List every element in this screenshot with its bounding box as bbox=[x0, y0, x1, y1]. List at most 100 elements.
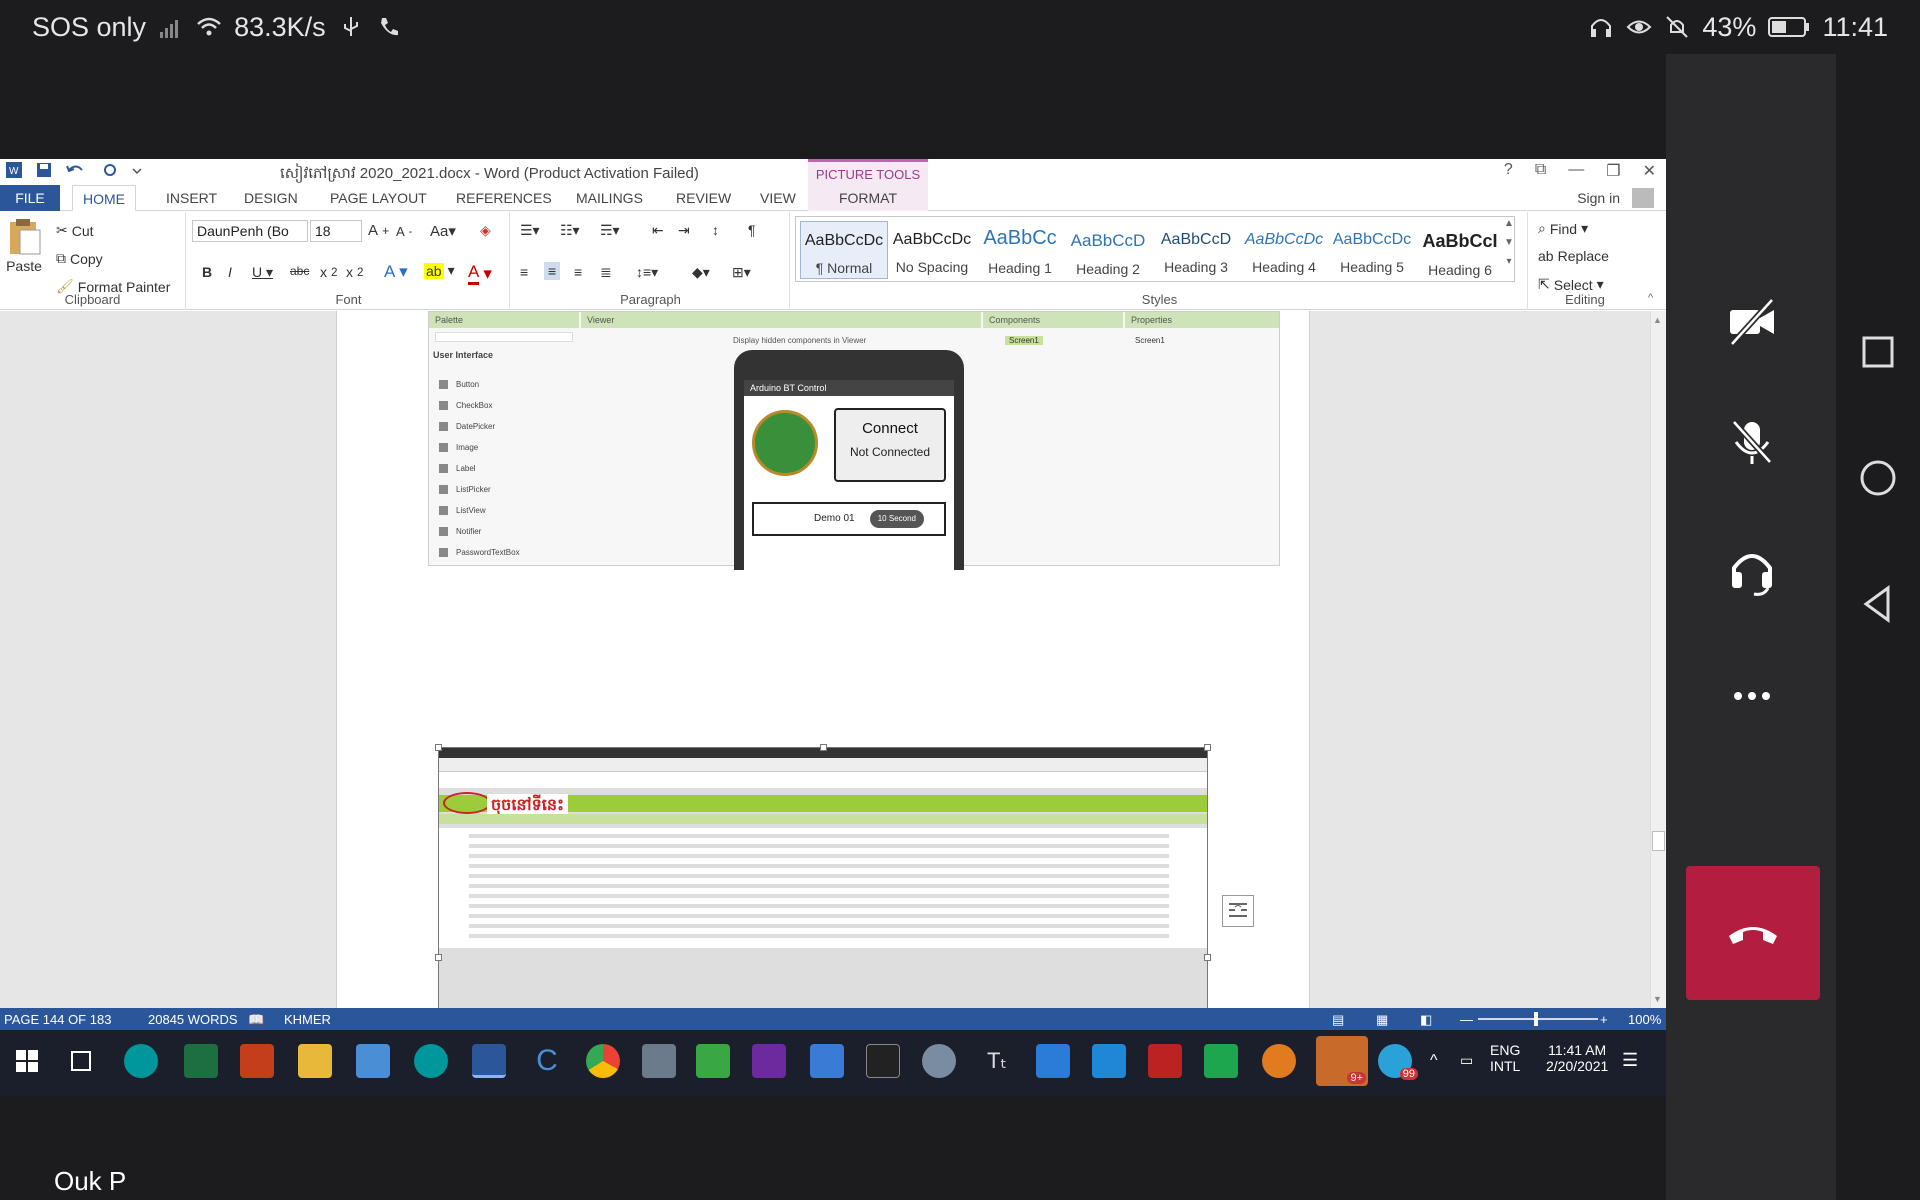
tab-view[interactable]: VIEW bbox=[750, 185, 806, 211]
vertical-scrollbar[interactable]: ▲ ▼ bbox=[1650, 311, 1666, 1008]
ribbon-display-icon[interactable]: ⧉ bbox=[1535, 161, 1546, 181]
tab-home[interactable]: HOME bbox=[72, 185, 136, 211]
italic-button[interactable]: I bbox=[228, 264, 232, 280]
superscript-button[interactable]: x2 bbox=[346, 264, 363, 280]
resize-handle[interactable] bbox=[1204, 954, 1211, 961]
proofing-icon[interactable]: 📖 bbox=[248, 1012, 264, 1028]
telegram-icon[interactable]: 99 bbox=[1378, 1044, 1418, 1080]
battery-tray-icon[interactable]: ▭ bbox=[1460, 1052, 1473, 1069]
excel-icon[interactable] bbox=[184, 1044, 218, 1078]
arduino-icon[interactable] bbox=[124, 1044, 158, 1078]
visual-studio-icon[interactable] bbox=[752, 1044, 786, 1078]
align-right-button[interactable]: ≡ bbox=[574, 264, 582, 280]
increase-indent-button[interactable]: ⇥ bbox=[678, 222, 690, 239]
collapse-ribbon-icon[interactable]: ^ bbox=[1648, 292, 1653, 304]
style-heading-5[interactable]: AaBbCcDc Heading 5 bbox=[1328, 221, 1416, 279]
scroll-up-icon[interactable]: ▲ bbox=[1653, 315, 1662, 325]
mic-off-icon[interactable] bbox=[1724, 414, 1780, 470]
find-button[interactable]: ⌕ Find ▾ bbox=[1538, 220, 1588, 237]
vscode-icon[interactable] bbox=[1092, 1044, 1126, 1078]
teams-icon[interactable]: 9+ bbox=[1316, 1036, 1368, 1086]
ccleaner-icon[interactable]: C bbox=[530, 1044, 564, 1078]
shading-button[interactable]: ◆▾ bbox=[692, 264, 710, 281]
style-no-spacing[interactable]: AaBbCcDc No Spacing bbox=[888, 221, 976, 279]
app-icon[interactable] bbox=[1036, 1044, 1070, 1078]
highlight-button[interactable]: ab ▾ bbox=[424, 262, 455, 279]
bullets-button[interactable]: ☰▾ bbox=[520, 222, 540, 239]
minimize-icon[interactable]: — bbox=[1568, 161, 1584, 181]
help-icon[interactable]: ? bbox=[1504, 161, 1513, 181]
replace-button[interactable]: ab Replace bbox=[1538, 248, 1609, 264]
tab-format[interactable]: FORMAT bbox=[808, 185, 928, 211]
calculator-icon[interactable] bbox=[810, 1044, 844, 1078]
tab-references[interactable]: REFERENCES bbox=[446, 185, 562, 211]
redo-icon[interactable] bbox=[102, 162, 118, 178]
end-call-button[interactable] bbox=[1686, 866, 1820, 1000]
justify-button[interactable]: ≣ bbox=[600, 264, 612, 281]
resize-handle[interactable] bbox=[435, 744, 442, 751]
tab-review[interactable]: REVIEW bbox=[666, 185, 741, 211]
zoom-slider[interactable] bbox=[1478, 1012, 1598, 1026]
camera-icon[interactable] bbox=[642, 1044, 676, 1078]
style-normal[interactable]: AaBbCcDc ¶ Normal bbox=[800, 221, 888, 279]
pycharm-icon[interactable] bbox=[1204, 1044, 1238, 1078]
app-icon[interactable] bbox=[1148, 1044, 1182, 1078]
maps-icon[interactable] bbox=[696, 1044, 730, 1078]
zoom-slider-thumb[interactable] bbox=[1534, 1012, 1538, 1026]
style-heading-2[interactable]: AaBbCcD Heading 2 bbox=[1064, 221, 1152, 279]
tab-page-layout[interactable]: PAGE LAYOUT bbox=[320, 185, 437, 211]
layout-options-icon[interactable] bbox=[1222, 895, 1254, 927]
restore-icon[interactable]: ❐ bbox=[1606, 161, 1620, 181]
paint-icon[interactable] bbox=[922, 1044, 956, 1078]
cut-button[interactable]: ✂ Cut bbox=[56, 222, 94, 239]
word-count[interactable]: 20845 WORDS bbox=[148, 1012, 238, 1027]
avatar[interactable] bbox=[1632, 188, 1654, 208]
subscript-button[interactable]: x2 bbox=[320, 264, 337, 280]
video-off-icon[interactable] bbox=[1724, 294, 1780, 350]
app-inventor-image[interactable]: Palette Viewer Components Properties Use… bbox=[428, 311, 1280, 570]
word-icon[interactable] bbox=[472, 1044, 506, 1078]
powerpoint-icon[interactable] bbox=[240, 1044, 274, 1078]
app-icon[interactable] bbox=[1262, 1044, 1296, 1078]
font-name-select[interactable]: DaunPenh (Bo bbox=[192, 220, 308, 242]
zoom-out-icon[interactable]: — bbox=[1460, 1012, 1473, 1027]
page-count[interactable]: PAGE 144 OF 183 bbox=[4, 1012, 111, 1027]
scroll-down-icon[interactable]: ▼ bbox=[1653, 994, 1662, 1004]
customize-qat-icon[interactable] bbox=[132, 162, 142, 178]
task-view-icon[interactable] bbox=[64, 1044, 98, 1078]
headset-icon[interactable] bbox=[1724, 542, 1780, 598]
align-center-button[interactable]: ≡ bbox=[544, 262, 561, 280]
typing-icon[interactable]: Tₜ bbox=[980, 1044, 1014, 1078]
print-layout-icon[interactable]: ▦ bbox=[1376, 1012, 1388, 1028]
underline-button[interactable]: U ▾ bbox=[252, 264, 273, 281]
language-indicator[interactable]: ENG INTL bbox=[1490, 1042, 1520, 1074]
notifications-icon[interactable]: ☰ bbox=[1622, 1050, 1638, 1071]
tab-mailings[interactable]: MAILINGS bbox=[566, 185, 653, 211]
clear-formatting-icon[interactable]: ◈ bbox=[480, 222, 491, 239]
scroll-up-icon[interactable]: ▲ bbox=[1504, 218, 1514, 229]
multilevel-list-button[interactable]: ☴▾ bbox=[600, 222, 620, 239]
decrease-indent-button[interactable]: ⇤ bbox=[652, 222, 664, 239]
style-heading-6[interactable]: AaBbCcI Heading 6 bbox=[1416, 221, 1504, 279]
tab-insert[interactable]: INSERT bbox=[156, 185, 227, 211]
select-button[interactable]: ⇱ Select ▾ bbox=[1538, 276, 1604, 293]
more-styles-icon[interactable]: ▾ bbox=[1506, 256, 1511, 267]
font-size-select[interactable]: 18 bbox=[310, 220, 362, 242]
numbering-button[interactable]: ☷▾ bbox=[560, 222, 580, 239]
resize-handle[interactable] bbox=[820, 744, 827, 751]
scroll-down-icon[interactable]: ▼ bbox=[1504, 237, 1514, 248]
style-heading-3[interactable]: AaBbCcD Heading 3 bbox=[1152, 221, 1240, 279]
app-icon[interactable] bbox=[356, 1044, 390, 1078]
sort-button[interactable]: ↕ bbox=[712, 222, 719, 238]
resize-handle[interactable] bbox=[435, 954, 442, 961]
align-left-button[interactable]: ≡ bbox=[520, 264, 528, 280]
borders-button[interactable]: ⊞▾ bbox=[732, 264, 751, 281]
paste-button[interactable]: Paste bbox=[6, 218, 42, 274]
save-icon[interactable] bbox=[36, 162, 52, 178]
tab-file[interactable]: FILE bbox=[0, 185, 60, 211]
sign-in-link[interactable]: Sign in bbox=[1577, 190, 1620, 206]
shrink-font-button[interactable]: A- bbox=[396, 224, 412, 239]
arduino-icon[interactable] bbox=[414, 1044, 448, 1078]
home-icon[interactable] bbox=[1856, 456, 1900, 500]
taskbar-clock[interactable]: 11:41 AM 2/20/2021 bbox=[1546, 1042, 1608, 1074]
